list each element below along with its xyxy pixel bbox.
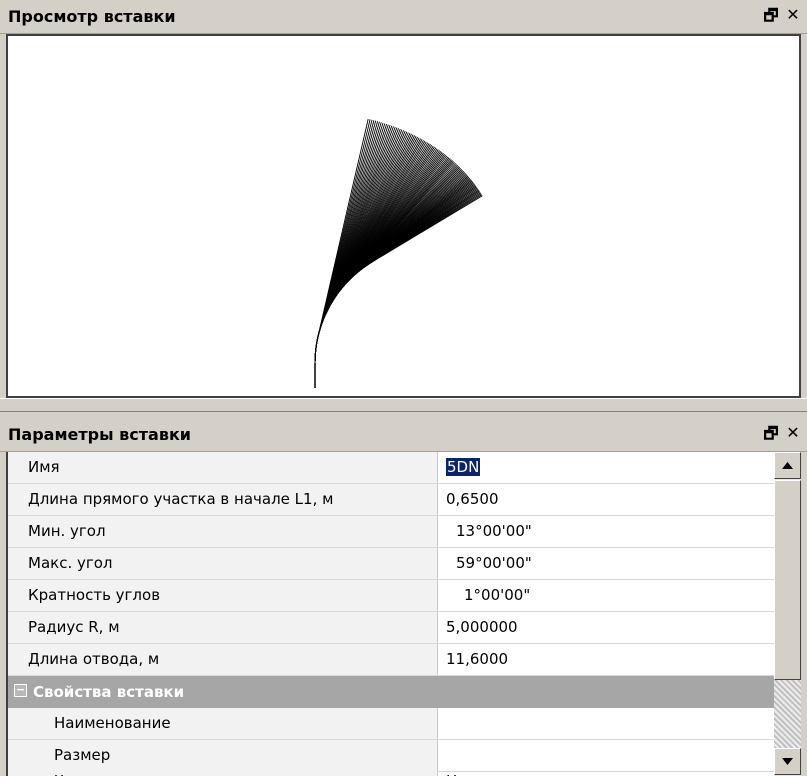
params-panel-title: Параметры вставки bbox=[8, 425, 192, 444]
property-row-name[interactable]: Имя 5DN bbox=[8, 452, 776, 484]
property-row-bend-length[interactable]: Длина отвода, м 11,6000 bbox=[8, 644, 776, 676]
category-label: Свойства вставки bbox=[33, 683, 185, 701]
vertical-scrollbar[interactable] bbox=[774, 452, 801, 776]
preview-canvas bbox=[6, 34, 801, 398]
property-value[interactable] bbox=[438, 708, 776, 739]
scroll-up-button[interactable] bbox=[774, 452, 801, 479]
property-label: Наименование bbox=[8, 708, 438, 739]
property-label: Мин. угол bbox=[8, 516, 438, 547]
property-value-cell[interactable]: 5DN bbox=[438, 452, 776, 483]
name-value[interactable]: 5DN bbox=[446, 458, 481, 476]
property-row-radius[interactable]: Радиус R, м 5,000000 bbox=[8, 612, 776, 644]
minus-icon[interactable]: − bbox=[14, 684, 27, 697]
property-label: Макс. угол bbox=[8, 548, 438, 579]
property-row-angle-step[interactable]: Кратность углов 1°00'00" bbox=[8, 580, 776, 612]
close-icon[interactable]: ✕ bbox=[785, 423, 801, 450]
property-label: Длина отвода, м bbox=[8, 644, 438, 675]
property-value[interactable]: 1°00'00" bbox=[438, 580, 776, 611]
property-row-l1[interactable]: Длина прямого участка в начале L1, м 0,6… bbox=[8, 484, 776, 516]
property-row-gaskets[interactable]: Число прокладок Не определено bbox=[8, 766, 776, 776]
params-panel-header: Параметры вставки 🗗 ✕ bbox=[0, 418, 807, 452]
close-icon[interactable]: ✕ bbox=[785, 5, 801, 32]
scrollbar-track[interactable] bbox=[774, 680, 801, 748]
property-row-min-angle[interactable]: Мин. угол 13°00'00" bbox=[8, 516, 776, 548]
property-label: Длина прямого участка в начале L1, м bbox=[8, 484, 438, 515]
panel-splitter[interactable] bbox=[0, 398, 807, 412]
property-label: Кратность углов bbox=[8, 580, 438, 611]
property-label: Число прокладок bbox=[8, 766, 438, 776]
property-label: Имя bbox=[8, 452, 438, 483]
property-label: Радиус R, м bbox=[8, 612, 438, 643]
property-row-title[interactable]: Наименование bbox=[8, 708, 776, 740]
property-value[interactable]: 13°00'00" bbox=[438, 516, 776, 547]
property-grid: Имя 5DN Длина прямого участка в начале L… bbox=[6, 452, 801, 776]
preview-panel-title: Просмотр вставки bbox=[8, 7, 176, 26]
arrow-up-icon bbox=[782, 462, 793, 469]
property-value[interactable]: 59°00'00" bbox=[438, 548, 776, 579]
restore-icon[interactable]: 🗗 bbox=[763, 423, 779, 450]
restore-icon[interactable]: 🗗 bbox=[763, 5, 779, 32]
property-row-max-angle[interactable]: Макс. угол 59°00'00" bbox=[8, 548, 776, 580]
category-insert-properties[interactable]: − Свойства вставки bbox=[8, 676, 776, 708]
property-value[interactable]: 11,6000 bbox=[438, 644, 776, 675]
scroll-down-button[interactable] bbox=[774, 748, 801, 775]
arrow-down-icon bbox=[782, 758, 793, 765]
property-value[interactable]: 0,6500 bbox=[438, 484, 776, 515]
property-value[interactable]: Не определено bbox=[438, 766, 776, 776]
preview-panel-header: Просмотр вставки 🗗 ✕ bbox=[0, 0, 807, 34]
scrollbar-thumb[interactable] bbox=[774, 480, 801, 680]
bend-preview-drawing bbox=[314, 118, 483, 388]
property-value[interactable]: 5,000000 bbox=[438, 612, 776, 643]
